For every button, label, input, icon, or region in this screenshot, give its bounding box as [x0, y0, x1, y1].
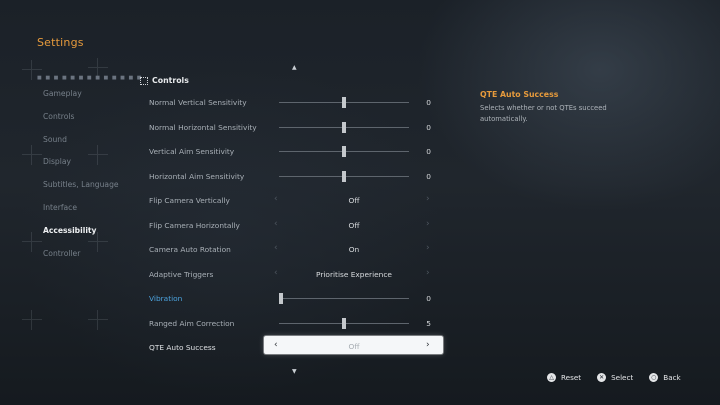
- description-title: QTE Auto Success: [480, 90, 559, 99]
- setting-label: Vertical Aim Sensitivity: [149, 147, 235, 156]
- chevron-right-icon[interactable]: ›: [426, 268, 430, 278]
- slider-track[interactable]: [279, 146, 409, 157]
- sidebar-item-subtitles-language[interactable]: Subtitles, Language: [43, 179, 143, 202]
- slider-track[interactable]: [279, 170, 409, 182]
- slider-track[interactable]: [279, 317, 409, 329]
- setting-label: Horizontal Aim Sensitivity: [149, 171, 245, 181]
- setting-row-horizontal-aim-sensitivity[interactable]: Horizontal Aim Sensitivity 0: [140, 164, 445, 189]
- setting-label: Flip Camera Horizontally: [149, 220, 240, 230]
- slider-thumb[interactable]: [342, 121, 346, 133]
- chevron-right-icon[interactable]: ›: [426, 340, 430, 350]
- sidebar-item-interface[interactable]: Interface: [43, 202, 143, 225]
- sidebar-item-accessibility[interactable]: Accessibility: [43, 225, 143, 248]
- setting-label: Ranged Aim Correction: [149, 318, 235, 328]
- chevron-left-icon[interactable]: ‹: [274, 219, 278, 229]
- settings-list: Normal Vertical Sensitivity 0 Normal Hor…: [140, 90, 445, 360]
- section-title: Controls: [152, 76, 189, 85]
- slider-thumb[interactable]: [342, 170, 346, 182]
- chevron-left-icon[interactable]: ‹: [274, 243, 278, 253]
- sidebar-item-controller[interactable]: Controller: [43, 248, 143, 271]
- slider-value: 0: [426, 122, 431, 132]
- chevron-left-icon[interactable]: ‹: [274, 340, 278, 350]
- grid-dots-icon: [140, 77, 148, 85]
- chevron-left-icon[interactable]: ‹: [274, 194, 278, 204]
- sidebar-item-sound[interactable]: Sound: [43, 134, 143, 157]
- setting-row-flip-camera-vertically[interactable]: Flip Camera Vertically ‹ Off ›: [140, 188, 445, 213]
- setting-label: QTE Auto Success: [149, 343, 216, 352]
- description-body: Selects whether or not QTEs succeed auto…: [480, 104, 607, 123]
- back-button[interactable]: ○ Back: [649, 373, 681, 382]
- reset-label: Reset: [561, 373, 582, 382]
- background-cross-decoration: [88, 310, 108, 330]
- sidebar-item-gameplay[interactable]: Gameplay: [43, 88, 143, 111]
- setting-row-normal-horizontal-sensitivity[interactable]: Normal Horizontal Sensitivity 0: [140, 115, 445, 140]
- setting-label: Adaptive Triggers: [149, 269, 214, 279]
- background-cross-decoration: [22, 145, 42, 165]
- slider-value: 0: [426, 98, 431, 107]
- setting-row-flip-camera-horizontally[interactable]: Flip Camera Horizontally ‹ Off ›: [140, 213, 445, 238]
- slider-thumb[interactable]: [342, 146, 346, 157]
- chevron-right-icon[interactable]: ›: [426, 243, 430, 253]
- setting-label: Normal Vertical Sensitivity: [149, 98, 247, 107]
- setting-label: Normal Horizontal Sensitivity: [149, 122, 257, 132]
- slider-value: 5: [426, 318, 431, 328]
- sidebar-divider: ■ ■ ■ ■ ■ ■ ■ ■ ■ ■ ■ ■ ■: [37, 75, 143, 81]
- setting-row-qte-auto-success[interactable]: QTE Auto Success ‹ Off ›: [140, 335, 445, 360]
- slider-track[interactable]: [279, 121, 409, 133]
- triangle-button-icon: △: [547, 373, 556, 382]
- option-value: Off: [348, 196, 360, 205]
- page-title: Settings: [37, 36, 84, 49]
- setting-label: Flip Camera Vertically: [149, 196, 230, 205]
- slider-track[interactable]: [279, 97, 409, 108]
- scroll-up-icon[interactable]: ▲: [292, 64, 297, 71]
- select-button[interactable]: ✕ Select: [597, 373, 633, 382]
- setting-row-normal-vertical-sensitivity[interactable]: Normal Vertical Sensitivity 0: [140, 90, 445, 115]
- option-value: On: [348, 245, 360, 254]
- sidebar-item-controls[interactable]: Controls: [43, 111, 143, 134]
- slider-value: 0: [426, 294, 431, 303]
- background-cross-decoration: [22, 232, 42, 252]
- slider-value: 0: [426, 147, 431, 156]
- slider-value: 0: [426, 171, 431, 181]
- slider-thumb[interactable]: [342, 317, 346, 329]
- scroll-down-icon[interactable]: ▼: [292, 368, 297, 375]
- slider-track[interactable]: [279, 293, 409, 304]
- reset-button[interactable]: △ Reset: [547, 373, 581, 382]
- setting-row-vibration[interactable]: Vibration 0: [140, 286, 445, 311]
- cross-button-icon: ✕: [597, 373, 607, 382]
- setting-row-vertical-aim-sensitivity[interactable]: Vertical Aim Sensitivity 0: [140, 139, 445, 164]
- select-label: Select: [611, 373, 634, 382]
- sidebar: Gameplay Controls Sound Display Subtitle…: [43, 88, 143, 270]
- circle-button-icon: ○: [649, 373, 659, 382]
- slider-thumb[interactable]: [342, 97, 346, 108]
- setting-label: Camera Auto Rotation: [149, 245, 231, 254]
- sidebar-item-display[interactable]: Display: [43, 156, 143, 179]
- slider-thumb[interactable]: [279, 293, 283, 304]
- setting-label: Vibration: [149, 294, 183, 303]
- chevron-left-icon[interactable]: ‹: [274, 268, 278, 278]
- setting-row-ranged-aim-correction[interactable]: Ranged Aim Correction 5: [140, 311, 445, 336]
- chevron-right-icon[interactable]: ›: [426, 219, 430, 229]
- footer-controls: △ Reset ✕ Select ○ Back: [547, 373, 681, 382]
- setting-row-camera-auto-rotation[interactable]: Camera Auto Rotation ‹ On ›: [140, 237, 445, 262]
- chevron-right-icon[interactable]: ›: [426, 194, 430, 204]
- background-cross-decoration: [22, 310, 42, 330]
- option-value: Off: [348, 342, 360, 351]
- section-header: Controls: [140, 76, 189, 85]
- option-value: Prioritise Experience: [316, 269, 392, 279]
- back-label: Back: [663, 373, 681, 382]
- setting-row-adaptive-triggers[interactable]: Adaptive Triggers ‹ Prioritise Experienc…: [140, 262, 445, 287]
- option-value: Off: [348, 220, 360, 230]
